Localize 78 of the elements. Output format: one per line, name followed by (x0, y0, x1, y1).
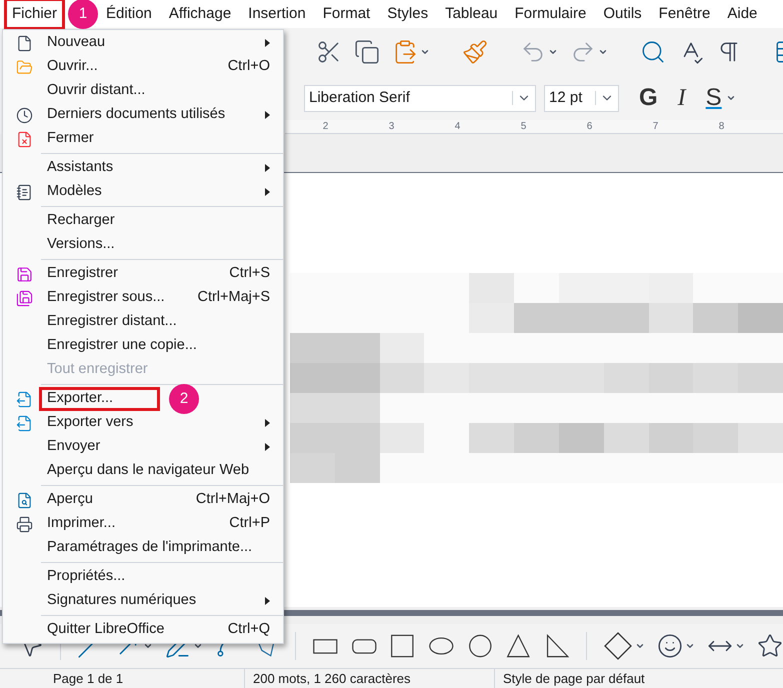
submenu-arrow-icon (265, 419, 270, 427)
dropdown-caret-icon[interactable] (685, 641, 696, 651)
paintbrush-icon[interactable] (462, 39, 488, 65)
menu-item[interactable]: Fermer (39, 127, 283, 151)
menu-item[interactable]: Ouvrir distant... (39, 79, 283, 103)
clock-icon (16, 106, 32, 124)
menu-item[interactable]: Modèles (39, 180, 283, 204)
submenu-arrow-icon (265, 39, 270, 47)
menu-item[interactable]: Versions... (39, 233, 283, 257)
status-text: Page 1 de 1 (45, 668, 245, 688)
menu-item[interactable]: Nouveau (39, 31, 283, 55)
dropdown-caret-icon[interactable] (735, 641, 746, 651)
preview-icon (16, 492, 32, 508)
menu-item[interactable]: Enregistrer distant... (39, 310, 283, 334)
menu-item[interactable]: Propriétés... (39, 565, 283, 589)
italic-button[interactable]: I (678, 80, 686, 116)
menu-item[interactable]: Derniers documents utilisés (39, 103, 283, 127)
menu-title[interactable]: Aide (721, 0, 764, 28)
menu-title[interactable]: Tableau (439, 0, 504, 28)
menu-item[interactable]: Signatures numériques (39, 589, 283, 613)
status-text: 200 mots, 1 260 caractères (245, 668, 495, 688)
underline-button[interactable]: S (706, 80, 722, 116)
menu-item[interactable]: Ouvrir... Ctrl+O (39, 55, 283, 79)
export-icon (16, 390, 32, 408)
menu-title[interactable]: Insertion (242, 0, 312, 28)
submenu-arrow-icon (265, 597, 270, 605)
horizontal-ruler: 2 3 4 5 6 7 8 (285, 120, 783, 134)
font-size-field[interactable]: 12 pt (544, 84, 619, 112)
dropdown-caret-icon[interactable] (635, 641, 646, 651)
save-as-icon (16, 290, 32, 306)
menu-item: Tout enregistrer (46, 360, 149, 380)
find-replace-icon[interactable] (640, 39, 666, 65)
menu-item[interactable]: Paramétrages de l'imprimante... (39, 536, 283, 560)
status-text: Style de page par défaut (502, 670, 646, 688)
menu-title[interactable]: Outils (597, 0, 648, 28)
copy-icon[interactable] (354, 39, 380, 65)
dropdown-caret-icon[interactable] (192, 641, 203, 651)
dropdown-caret-icon[interactable] (726, 93, 736, 103)
dropdown-caret-icon[interactable] (548, 47, 558, 57)
smiley-icon[interactable] (657, 633, 684, 659)
menu-title[interactable]: Formulaire (508, 0, 592, 28)
menu-item[interactable]: Imprimer... Ctrl+P (39, 512, 283, 536)
menu-item[interactable]: Aperçu Ctrl+Maj+O (39, 488, 283, 512)
menu-item[interactable]: Enregistrer sous... Ctrl+Maj+S (39, 286, 283, 310)
file-icon (16, 34, 32, 52)
menu-item[interactable]: Enregistrer une copie... (39, 334, 283, 358)
menu-item[interactable]: Quitter LibreOffice Ctrl+Q (39, 618, 283, 642)
menu-item[interactable]: Exporter vers (39, 411, 283, 435)
submenu-arrow-icon (265, 111, 270, 119)
notebook-icon (16, 184, 32, 200)
menu-title[interactable]: Styles (381, 0, 434, 28)
callout-badge: 1 (68, 0, 98, 29)
dropdown-caret-icon[interactable] (142, 641, 153, 651)
menu-title[interactable]: Fichier (6, 0, 64, 28)
save-icon (16, 266, 32, 282)
menu-title[interactable]: Fenêtre (652, 0, 716, 28)
dropdown-caret-icon[interactable] (420, 47, 430, 57)
menu-title[interactable]: Format (316, 0, 376, 28)
diamond-icon[interactable] (603, 631, 634, 661)
close-document-icon (16, 130, 32, 148)
dropdown-caret-icon[interactable] (598, 47, 608, 57)
submenu-arrow-icon (265, 188, 270, 196)
font-name-field[interactable]: Liberation Serif (304, 84, 536, 112)
menu-item[interactable]: Enregistrer Ctrl+S (39, 262, 283, 286)
star-icon[interactable] (757, 633, 783, 659)
printer-icon (16, 516, 32, 532)
menu-item[interactable]: Envoyer (39, 435, 283, 459)
bold-button[interactable]: G (639, 80, 658, 116)
menu-item[interactable]: Assistants (39, 156, 283, 180)
export-icon (16, 414, 32, 432)
menu-item[interactable]: Aperçu dans le navigateur Web (39, 459, 283, 483)
submenu-arrow-icon (265, 443, 270, 451)
submenu-arrow-icon (265, 164, 270, 172)
menu-title[interactable]: Édition (100, 0, 158, 28)
folder-icon (16, 58, 32, 76)
menu-item[interactable]: Recharger (39, 209, 283, 233)
menu-title[interactable]: Affichage (162, 0, 238, 28)
callout-badge: 2 (169, 384, 199, 414)
